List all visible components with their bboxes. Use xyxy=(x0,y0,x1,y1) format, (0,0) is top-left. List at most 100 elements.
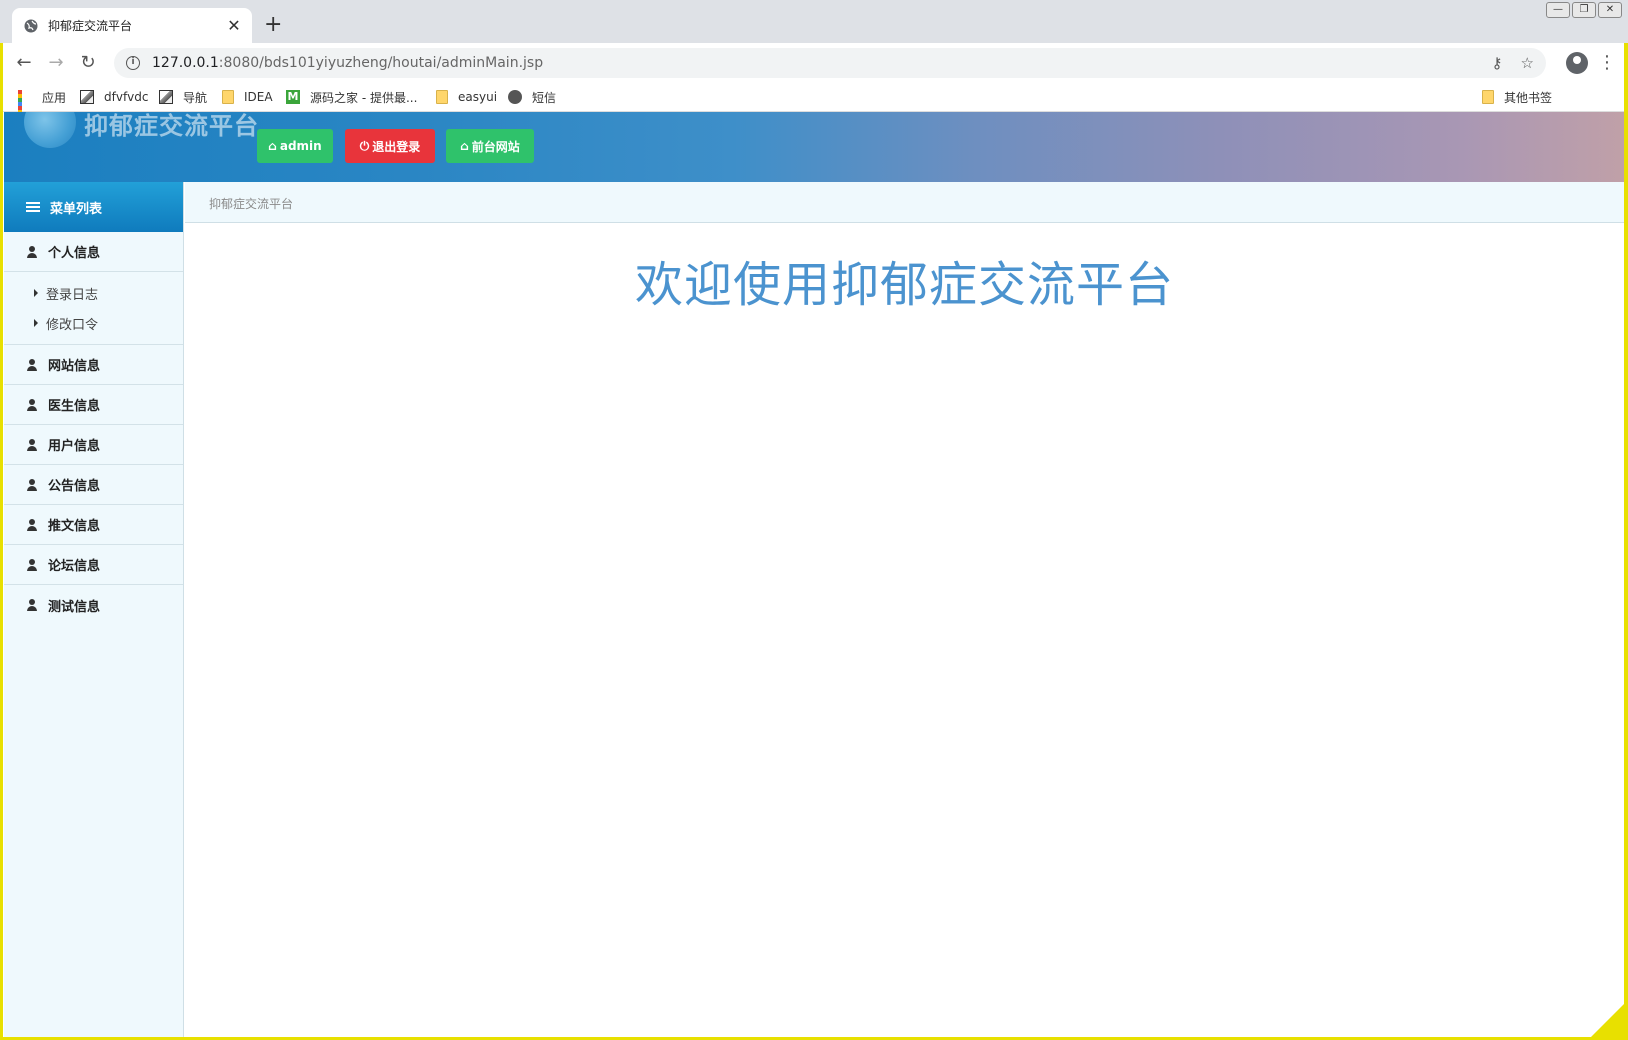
breadcrumb-bar: 抑郁症交流平台 xyxy=(185,182,1624,223)
logout-label: 退出登录 xyxy=(372,139,421,154)
home-icon: ⌂ xyxy=(268,139,277,153)
bookmark-label: 短信 xyxy=(532,90,557,105)
image-icon xyxy=(159,90,173,104)
sidebar-item-test[interactable]: 测试信息 xyxy=(4,585,183,625)
sidebar-item-doctor[interactable]: 医生信息 xyxy=(4,385,183,425)
home-icon: ⌂ xyxy=(460,139,469,153)
key-icon[interactable]: ⚷ xyxy=(1492,54,1503,72)
address-bar[interactable]: i 127.0.0.1:8080/bds101yiyuzheng/houtai/… xyxy=(114,48,1546,78)
url-host: 127.0.0.1 xyxy=(152,55,219,71)
window-controls: — ❐ ✕ xyxy=(1546,2,1622,18)
breadcrumb: 抑郁症交流平台 xyxy=(209,197,294,211)
globe-icon xyxy=(508,90,522,104)
bookmark-sms[interactable]: 短信 xyxy=(508,88,556,106)
bookmark-apps[interactable]: 应用 xyxy=(18,88,67,126)
admin-button[interactable]: ⌂ admin xyxy=(257,129,333,163)
desktop-edge xyxy=(0,43,3,1040)
user-icon xyxy=(26,478,38,491)
bookmark-other[interactable]: 其他书签 xyxy=(1482,88,1552,106)
tab-title: 抑郁症交流平台 xyxy=(48,19,133,33)
sidebar-subitem-login-log[interactable]: 登录日志 xyxy=(4,278,183,308)
user-icon xyxy=(26,398,38,411)
user-icon xyxy=(26,438,38,451)
sidebar-item-label: 公告信息 xyxy=(48,479,101,494)
browser-toolbar: ← → ↻ i 127.0.0.1:8080/bds101yiyuzheng/h… xyxy=(0,43,1628,83)
menu-header: 菜单列表 xyxy=(4,182,183,232)
sidebar-item-personal[interactable]: 个人信息 xyxy=(4,232,183,272)
folder-icon xyxy=(222,90,234,104)
user-icon xyxy=(26,558,38,571)
bookmark-label: dfvfvdc xyxy=(104,90,149,104)
image-icon xyxy=(80,90,94,104)
desktop-edge xyxy=(1624,43,1628,1040)
list-icon xyxy=(26,202,40,212)
logout-button[interactable]: ⏻ 退出登录 xyxy=(345,129,435,163)
menu-kebab-icon[interactable]: ⋮ xyxy=(1598,51,1616,75)
personal-submenu: 登录日志 修改口令 xyxy=(4,272,183,345)
new-tab-button[interactable]: + xyxy=(264,12,282,38)
sidebar-subitem-label: 登录日志 xyxy=(46,287,99,303)
bookmark-label: 其他书签 xyxy=(1504,90,1553,105)
site-info-icon[interactable]: i xyxy=(126,56,140,70)
close-tab-icon[interactable]: ✕ xyxy=(226,17,242,34)
url-text[interactable]: 127.0.0.1:8080/bds101yiyuzheng/houtai/ad… xyxy=(152,55,1474,71)
sidebar-item-label: 个人信息 xyxy=(48,246,101,261)
folder-icon xyxy=(436,90,448,104)
bookmark-label: IDEA xyxy=(244,90,273,104)
caret-right-icon xyxy=(34,319,38,327)
browser-tab-strip: 抑郁症交流平台 ✕ + — ❐ ✕ xyxy=(0,0,1628,43)
bookmark-yuanma[interactable]: M 源码之家 - 提供最... xyxy=(286,88,417,106)
sidebar-item-label: 测试信息 xyxy=(48,599,101,615)
browser-tab[interactable]: 抑郁症交流平台 ✕ xyxy=(12,8,252,43)
profile-avatar-icon[interactable] xyxy=(1566,52,1588,74)
power-icon: ⏻ xyxy=(359,138,370,153)
sidebar-item-user[interactable]: 用户信息 xyxy=(4,425,183,465)
apps-icon xyxy=(18,90,32,126)
desktop-corner xyxy=(1588,1000,1628,1040)
reload-icon[interactable]: ↻ xyxy=(76,51,100,75)
user-icon xyxy=(26,518,38,531)
sidebar-item-label: 网站信息 xyxy=(48,359,101,374)
folder-icon xyxy=(1482,90,1494,104)
maximize-button[interactable]: ❐ xyxy=(1572,2,1596,18)
forward-arrow-icon[interactable]: → xyxy=(44,51,68,75)
app-header: 抑郁症交流平台 ⌂ admin ⏻ 退出登录 ⌂ 前台网站 xyxy=(4,112,1624,182)
url-path: :8080/bds101yiyuzheng/houtai/adminMain.j… xyxy=(218,55,544,71)
sidebar-item-label: 医生信息 xyxy=(48,399,101,414)
welcome-heading: 欢迎使用抑郁症交流平台 xyxy=(634,257,1174,313)
bookmark-idea[interactable]: IDEA xyxy=(222,88,273,106)
bookmark-label: 源码之家 - 提供最... xyxy=(310,90,418,105)
user-icon xyxy=(26,245,38,258)
bookmark-label: 应用 xyxy=(42,90,67,105)
sidebar-item-article[interactable]: 推文信息 xyxy=(4,505,183,545)
sidebar-item-notice[interactable]: 公告信息 xyxy=(4,465,183,505)
bookmark-dfvfvdc[interactable]: dfvfvdc xyxy=(80,88,148,106)
globe-icon xyxy=(24,19,38,32)
logo-text: 抑郁症交流平台 xyxy=(84,112,259,140)
sidebar-subitem-label: 修改口令 xyxy=(46,317,99,333)
caret-right-icon xyxy=(34,289,38,297)
frontend-button[interactable]: ⌂ 前台网站 xyxy=(446,129,534,163)
sidebar-item-forum[interactable]: 论坛信息 xyxy=(4,545,183,585)
bookmark-label: 导航 xyxy=(183,90,208,105)
frontend-label: 前台网站 xyxy=(471,139,520,154)
sidebar: 菜单列表 个人信息 登录日志 修改口令 网站信息 医生信息 用户信息 公告信息 … xyxy=(4,182,184,1040)
close-window-button[interactable]: ✕ xyxy=(1598,2,1622,18)
bookmarks-bar: 应用 dfvfvdc 导航 IDEA M 源码之家 - 提供最... easyu… xyxy=(0,83,1628,126)
sidebar-item-label: 用户信息 xyxy=(48,439,101,454)
sidebar-item-site[interactable]: 网站信息 xyxy=(4,345,183,385)
bookmark-easyui[interactable]: easyui xyxy=(436,88,497,106)
logo-icon xyxy=(24,112,76,148)
sidebar-subitem-change-password[interactable]: 修改口令 xyxy=(4,308,183,338)
minimize-button[interactable]: — xyxy=(1546,2,1570,18)
m-icon: M xyxy=(286,90,300,104)
back-arrow-icon[interactable]: ← xyxy=(12,51,36,75)
sidebar-item-label: 推文信息 xyxy=(48,519,101,534)
bookmark-label: easyui xyxy=(458,90,498,104)
user-icon xyxy=(26,358,38,371)
sidebar-item-label: 论坛信息 xyxy=(48,559,101,574)
bookmark-nav[interactable]: 导航 xyxy=(159,88,207,106)
user-icon xyxy=(26,599,38,611)
star-icon[interactable]: ☆ xyxy=(1521,54,1534,72)
menu-title: 菜单列表 xyxy=(50,201,103,217)
